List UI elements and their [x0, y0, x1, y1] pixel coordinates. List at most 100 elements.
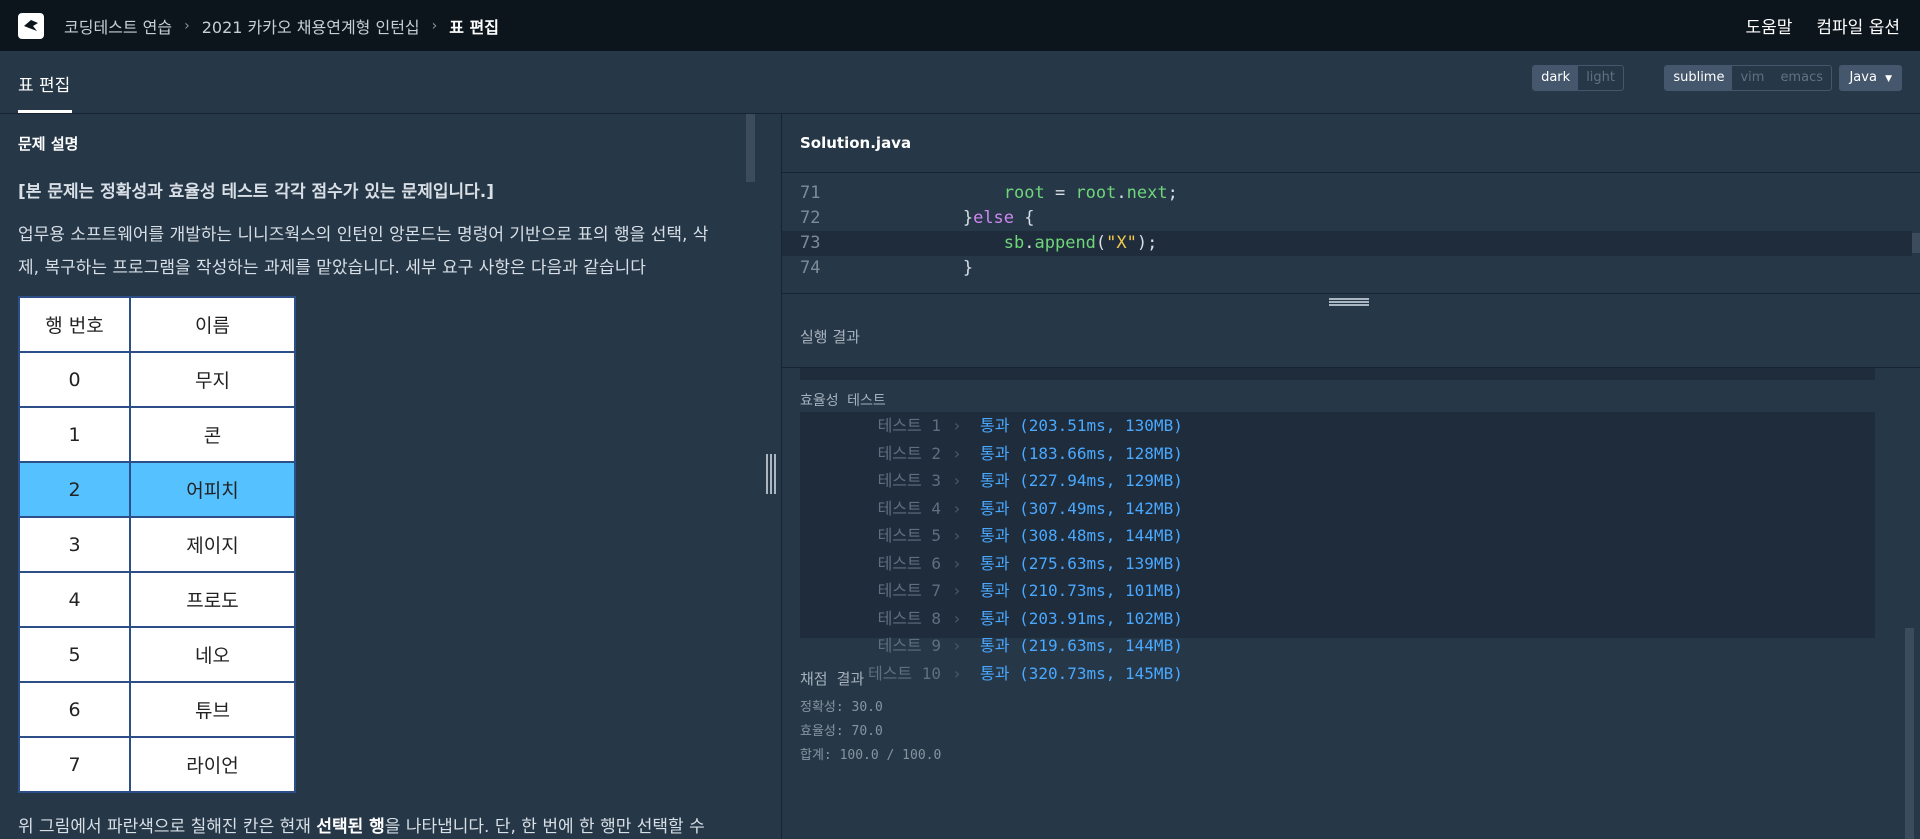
table-cell: 어피치 — [129, 461, 296, 518]
code-line[interactable]: 74 } — [782, 256, 1912, 281]
theme-dark-button[interactable]: dark — [1533, 66, 1579, 90]
chevron-right-icon: › — [952, 498, 962, 518]
code-line[interactable]: 73 sb.append("X"); — [782, 231, 1912, 256]
breadcrumb-current: 표 편집 — [449, 17, 499, 37]
table-cell: 5 — [18, 626, 131, 683]
toolbar: 표 편집 dark light sublime vim emacs Java ▼ — [0, 51, 1920, 114]
programmers-logo-icon[interactable] — [18, 12, 44, 39]
table-cell: 네오 — [129, 626, 296, 683]
problem-scrollbar[interactable] — [746, 114, 755, 182]
code-token: "X" — [1106, 233, 1137, 253]
accuracy-results-box — [800, 368, 1875, 380]
code-text: sb.append("X"); — [840, 231, 1158, 256]
results-header: 실행 결과 — [782, 308, 1920, 368]
tab-problem-title[interactable]: 표 편집 — [18, 71, 70, 96]
test-name: 테스트 6 — [877, 553, 941, 573]
table-cell: 프로도 — [129, 571, 296, 628]
test-result: 통과 (227.94ms, 129MB) — [980, 471, 1183, 490]
test-result: 통과 (307.49ms, 142MB) — [980, 498, 1183, 518]
help-link[interactable]: 도움말 — [1745, 13, 1792, 38]
compile-options-link[interactable]: 컴파일 옵션 — [1816, 13, 1900, 38]
code-text: } — [840, 256, 973, 281]
code-token: . — [1024, 233, 1035, 253]
language-value: Java — [1849, 70, 1877, 85]
table-row: 0 무지 — [18, 351, 296, 408]
panel-divider[interactable] — [760, 114, 782, 839]
test-result: 통과 (183.66ms, 128MB) — [980, 443, 1183, 463]
editor-scrollbar[interactable] — [1912, 233, 1920, 253]
keymap-toggle: sublime vim emacs — [1664, 65, 1832, 91]
score-title: 채점 결과 — [800, 670, 865, 688]
table-cell: 3 — [18, 516, 131, 573]
chevron-right-icon: › — [431, 17, 438, 34]
code-token: ; — [1167, 183, 1178, 203]
code-token: . — [1116, 183, 1127, 203]
chevron-right-icon: › — [952, 526, 962, 545]
table-cell: 1 — [18, 406, 131, 463]
code-token: ); — [1136, 233, 1158, 253]
code-line[interactable]: 71 root = root.next; — [782, 181, 1912, 206]
theme-light-button[interactable]: light — [1578, 66, 1623, 90]
test-result: 통과 (308.48ms, 144MB) — [980, 526, 1183, 545]
chevron-right-icon: › — [952, 608, 962, 628]
code-token: } — [962, 208, 974, 228]
code-token: next — [1126, 183, 1168, 203]
code-token: root — [1075, 183, 1117, 203]
keymap-vim-button[interactable]: vim — [1732, 66, 1772, 90]
line-number: 73 — [800, 233, 821, 253]
test-name: 테스트 4 — [877, 498, 941, 518]
table-cell: 제이지 — [129, 516, 296, 573]
horizontal-drag-handle-icon[interactable] — [1329, 298, 1369, 306]
editor-resizer[interactable] — [782, 293, 1920, 308]
problem-paragraph: 업무용 소프트웨어를 개발하는 니니즈웍스의 인턴인 앙몬드는 명령어 기반으로… — [18, 225, 709, 278]
code-line[interactable]: 72 }else { — [782, 206, 1912, 231]
bottom-text-pre: 위 그림에서 파란색으로 칠해진 칸은 현재 — [18, 817, 317, 837]
total-score: 합계: 100.0 / 100.0 — [800, 748, 942, 763]
breadcrumb-coding-test[interactable]: 코딩테스트 연습 — [64, 14, 172, 38]
active-tab-indicator — [18, 110, 72, 113]
top-nav-bar: 코딩테스트 연습 › 2021 카카오 채용연계형 인턴십 › 표 편집 도움말… — [0, 0, 1920, 51]
test-name: 테스트 1 — [877, 416, 941, 435]
table-row: 7 라이언 — [18, 736, 296, 793]
file-name: Solution.java — [800, 134, 912, 152]
test-name: 테스트 7 — [877, 581, 941, 600]
keymap-sublime-button[interactable]: sublime — [1665, 66, 1733, 90]
table-cell: 0 — [18, 351, 131, 408]
code-editor[interactable]: 71 root = root.next; 72 }else {73 sb.appe… — [782, 173, 1920, 293]
code-token: sb — [1003, 233, 1025, 253]
breadcrumb-kakao-internship[interactable]: 2021 카카오 채용연계형 인턴십 — [202, 14, 420, 38]
table-cell: 6 — [18, 681, 131, 738]
line-number: 72 — [800, 208, 821, 228]
chevron-right-icon: › — [952, 416, 962, 435]
table-row: 4 프로도 — [18, 571, 296, 628]
code-token: ( — [1095, 233, 1107, 253]
keymap-emacs-button[interactable]: emacs — [1772, 66, 1831, 90]
results-scrollbar[interactable] — [1905, 628, 1914, 839]
test-name: 테스트 5 — [877, 526, 941, 545]
code-token: else — [973, 208, 1015, 228]
section-title: 문제 설명 — [18, 135, 79, 153]
problem-panel: 문제 설명 [본 문제는 정확성과 효율성 테스트 각각 점수가 있는 문제입니… — [0, 114, 760, 839]
efficiency-score: 효율성: 70.0 — [800, 724, 883, 739]
table-row: 2 어피치 — [18, 461, 296, 518]
code-token: } — [962, 258, 974, 278]
test-name: 테스트 9 — [877, 636, 941, 655]
language-select[interactable]: Java ▼ — [1839, 65, 1902, 91]
breadcrumb: 코딩테스트 연습 › 2021 카카오 채용연계형 인턴십 › 표 편집 — [64, 14, 499, 38]
test-name: 테스트 8 — [877, 608, 941, 628]
table-cell: 7 — [18, 736, 131, 793]
table-row: 1콘 — [18, 406, 296, 463]
test-result: 통과 (203.51ms, 130MB) — [980, 416, 1183, 435]
chevron-right-icon: › — [952, 443, 962, 463]
test-result: 통과 (203.91ms, 102MB) — [980, 608, 1183, 628]
test-result: 통과 (210.73ms, 101MB) — [980, 581, 1183, 600]
table-cell: 튜브 — [129, 681, 296, 738]
results-panel: 효율성 테스트 테스트 1 › 통과 (203.51ms, 130MB) 테스트 2 ›… — [782, 368, 1920, 839]
bottom-text-post: 을 나타냅니다. 단, 한 번에 한 행만 선택할 수 — [384, 817, 705, 837]
code-token: = — [1044, 183, 1076, 203]
drag-handle-icon[interactable] — [766, 454, 776, 494]
code-token: { — [1014, 208, 1035, 228]
